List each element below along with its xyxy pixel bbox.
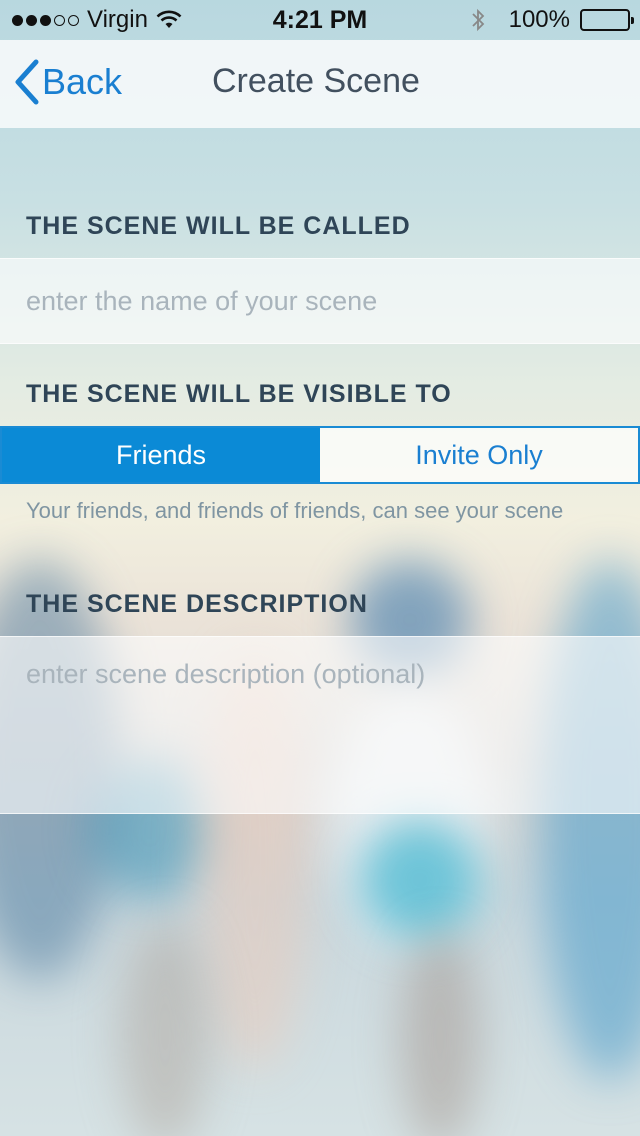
status-right: 100% (471, 6, 634, 34)
visibility-segmented-control[interactable]: Friends Invite Only (0, 426, 640, 484)
battery-percent: 100% (508, 6, 570, 33)
battery-icon (580, 9, 634, 31)
back-button[interactable]: Back (14, 56, 122, 108)
scene-name-input[interactable] (0, 259, 640, 343)
scene-name-section-label: THE SCENE WILL BE CALLED (26, 212, 411, 240)
bluetooth-icon (471, 7, 485, 33)
navigation-bar: Back Create Scene (0, 40, 640, 128)
visibility-section-label: THE SCENE WILL BE VISIBLE TO (26, 380, 452, 408)
description-section-label: THE SCENE DESCRIPTION (26, 590, 368, 618)
page-title: Create Scene (212, 62, 420, 100)
blurred-background-photo (0, 0, 640, 1136)
back-label: Back (42, 61, 123, 102)
visibility-hint: Your friends, and friends of friends, ca… (26, 498, 564, 523)
scene-name-field-container (0, 258, 640, 344)
description-field-container (0, 636, 640, 814)
status-bar: Virgin 4:21 PM 100% (0, 0, 640, 40)
chevron-left-icon (14, 59, 42, 105)
scene-description-input[interactable] (0, 637, 640, 813)
visibility-option-invite-only[interactable]: Invite Only (320, 428, 638, 482)
visibility-option-friends[interactable]: Friends (2, 428, 320, 482)
